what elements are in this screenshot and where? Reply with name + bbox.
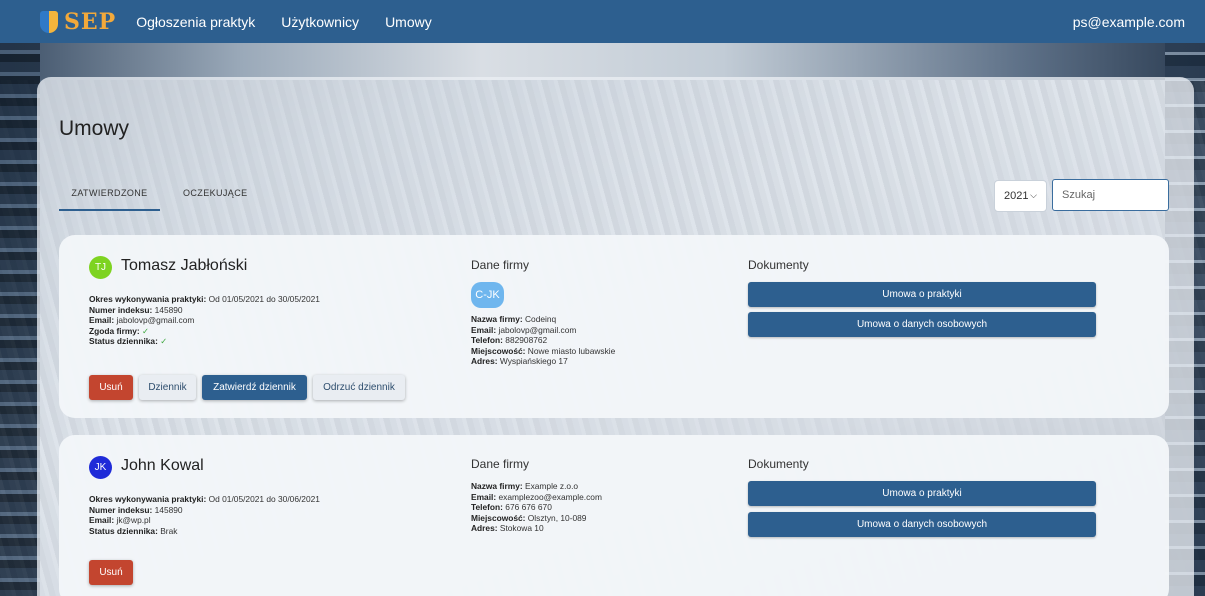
journal-button[interactable]: Dziennik (139, 375, 196, 400)
journal-status-value: Brak (160, 525, 178, 536)
check-icon: ✓ (160, 336, 168, 347)
consent-label: Zgoda firmy: (89, 325, 140, 336)
company-section-title: Dane firmy (471, 457, 530, 471)
background-top (0, 40, 1205, 80)
company-name-label: Nazwa firmy: (471, 481, 523, 491)
phone-value: 882908762 (505, 335, 548, 346)
reject-journal-button[interactable]: Odrzuć dziennik (313, 375, 405, 400)
navbar: SEP Ogłoszenia praktyk Użytkownicy Umowy… (0, 0, 1205, 43)
search-input[interactable]: Szukaj (1052, 179, 1169, 211)
company-info: Nazwa firmy: Example z.o.o Email: exampl… (471, 481, 602, 534)
chevron-down-icon: ⌵ (1030, 190, 1037, 200)
delete-button[interactable]: Usuń (89, 560, 133, 585)
user-email[interactable]: ps@example.com (1073, 14, 1185, 30)
logo-shield-icon (40, 10, 58, 33)
approve-journal-button[interactable]: Zatwierdź dziennik (202, 375, 307, 400)
journal-status-label: Status dziennika: (89, 336, 158, 347)
email-value: jabolovp@gmail.com (116, 315, 195, 326)
index-label: Numer indeksu: (89, 504, 153, 515)
company-email-value: jabolovp@gmail.com (498, 324, 577, 335)
email-label: Email: (89, 515, 115, 526)
address-label: Adres: (471, 356, 498, 367)
company-name-label: Nazwa firmy: (471, 314, 523, 324)
city-label: Miejscowość: (471, 345, 526, 356)
documents-section-title: Dokumenty (748, 457, 809, 471)
tab-approved[interactable]: ZATWIERDZONE (59, 186, 160, 211)
address-label: Adres: (471, 523, 498, 534)
personal-data-document-button[interactable]: Umowa o danych osobowych (748, 512, 1096, 537)
city-label: Miejscowość: (471, 512, 526, 523)
journal-status-label: Status dziennika: (89, 525, 158, 536)
nav-link-users[interactable]: Użytkownicy (281, 14, 359, 30)
period-value: Od 01/05/2021 do 30/05/2021 (208, 294, 320, 304)
documents-section-title: Dokumenty (748, 258, 809, 272)
address-value: Stokowa 10 (499, 523, 544, 534)
logo-text: SEP (64, 8, 117, 35)
search-placeholder: Szukaj (1062, 189, 1096, 201)
company-name-value: Codeinq (525, 314, 557, 324)
company-info: Nazwa firmy: Codeinq Email: jabolovp@gma… (471, 314, 615, 367)
background-left (0, 40, 40, 596)
student-info: Okres wykonywania praktyki: Od 01/05/202… (89, 294, 320, 347)
phone-label: Telefon: (471, 502, 503, 513)
city-value: Olsztyn, 10-089 (527, 512, 587, 523)
delete-button[interactable]: Usuń (89, 375, 133, 400)
avatar: JK (89, 456, 112, 479)
check-icon: ✓ (142, 325, 150, 336)
avatar: TJ (89, 256, 112, 279)
nav-link-offers[interactable]: Ogłoszenia praktyk (136, 14, 255, 30)
logo[interactable]: SEP (40, 9, 116, 35)
company-email-value: examplezoo@example.com (498, 491, 602, 502)
year-select[interactable]: 2021 ⌵ (994, 180, 1047, 212)
company-name-value: Example z.o.o (525, 481, 579, 491)
phone-label: Telefon: (471, 335, 503, 346)
company-badge: C-JK (471, 282, 504, 308)
email-label: Email: (89, 315, 115, 326)
contract-document-button[interactable]: Umowa o praktyki (748, 481, 1096, 506)
contract-document-button[interactable]: Umowa o praktyki (748, 282, 1096, 307)
period-value: Od 01/05/2021 do 30/06/2021 (208, 494, 320, 504)
student-name: John Kowal (121, 457, 204, 474)
period-label: Okres wykonywania praktyki: (89, 494, 207, 504)
address-value: Wyspiańskiego 17 (499, 356, 568, 367)
personal-data-document-button[interactable]: Umowa o danych osobowych (748, 312, 1096, 337)
city-value: Nowe miasto lubawskie (527, 345, 616, 356)
student-name: Tomasz Jabłoński (121, 257, 248, 274)
company-section-title: Dane firmy (471, 258, 530, 272)
email-value: jk@wp.pl (116, 515, 151, 526)
nav-link-contracts[interactable]: Umowy (385, 14, 432, 30)
index-label: Numer indeksu: (89, 304, 153, 315)
tabs: ZATWIERDZONE OCZEKUJĄCE (59, 186, 271, 211)
company-email-label: Email: (471, 491, 497, 502)
index-value: 145890 (154, 304, 183, 315)
period-label: Okres wykonywania praktyki: (89, 294, 207, 304)
page-title: Umowy (59, 117, 130, 140)
phone-value: 676 676 670 (505, 502, 552, 513)
year-value: 2021 (1004, 190, 1029, 202)
student-info: Okres wykonywania praktyki: Od 01/05/202… (89, 494, 320, 536)
index-value: 145890 (154, 504, 183, 515)
company-email-label: Email: (471, 324, 497, 335)
tab-pending[interactable]: OCZEKUJĄCE (183, 186, 248, 211)
